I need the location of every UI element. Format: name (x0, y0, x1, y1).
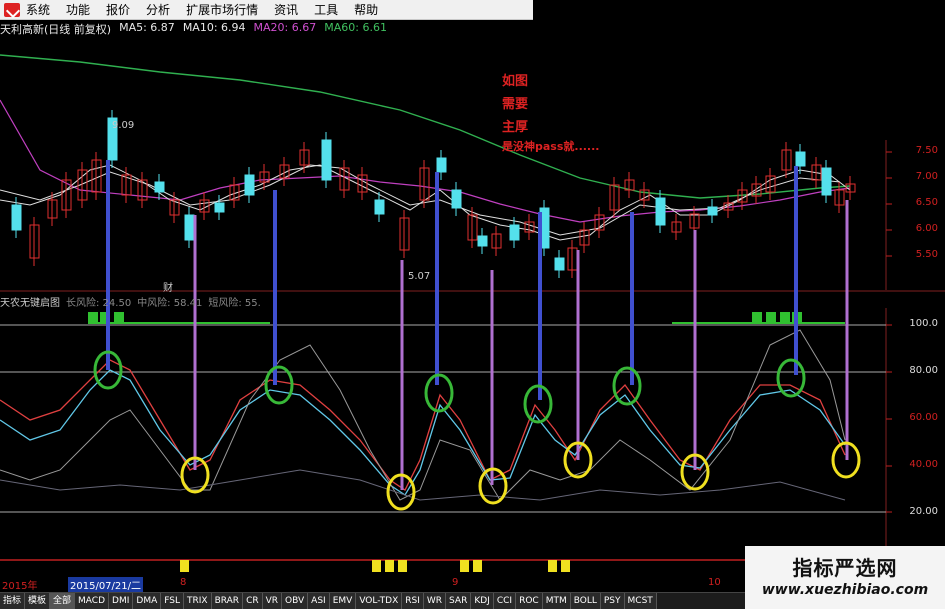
bottom-signal-block (548, 560, 557, 572)
candle-body (184, 214, 195, 241)
tab-cci[interactable]: CCI (493, 593, 517, 609)
tab-roc[interactable]: ROC (516, 593, 543, 609)
tab-mcst[interactable]: MCST (624, 593, 657, 609)
tab-rsi[interactable]: RSI (402, 593, 424, 609)
candle-body (321, 139, 332, 181)
top-signal-marker (766, 312, 776, 322)
candle-body (374, 199, 385, 215)
tab-macd[interactable]: MACD (75, 593, 110, 609)
tab-dma[interactable]: DMA (133, 593, 162, 609)
tab-vr[interactable]: VR (262, 593, 283, 609)
candle-body (214, 202, 225, 213)
date-cursor: 2015/07/21/二 (68, 577, 144, 592)
tab-指标[interactable]: 指标 (0, 593, 26, 609)
date-month: 9 (452, 577, 459, 588)
bottom-signal-block (460, 560, 469, 572)
tab-fsl[interactable]: FSL (161, 593, 184, 609)
price-axis-label: 7.50 (915, 145, 938, 156)
high-price-label: 9.09 (112, 120, 135, 131)
top-signal-marker (114, 312, 124, 322)
tab-模板[interactable]: 模板 (25, 593, 51, 609)
watermark-logo: 指标严选网 www.xuezhibiao.com (745, 546, 945, 609)
candle-body (795, 151, 806, 167)
indicator-name: 天农无键启图 (0, 298, 60, 309)
tab-dmi[interactable]: DMI (109, 593, 134, 609)
annotation-line-3: 主厚 (502, 120, 529, 135)
watermark-title: 指标严选网 (792, 556, 898, 580)
candle-body (821, 167, 832, 196)
price-axis-label: 7.00 (915, 171, 938, 182)
finance-marker: 财 (163, 283, 173, 294)
low-price-label: 5.07 (408, 271, 431, 282)
indicator-axis-label: 80.00 (909, 365, 938, 376)
candle-body (451, 189, 462, 209)
candle-body (509, 224, 520, 241)
annotation-line-1: 如图 (502, 74, 529, 89)
date-month: 8 (180, 577, 187, 588)
tab-wr[interactable]: WR (423, 593, 447, 609)
candle-body (707, 206, 718, 216)
tab-kdj[interactable]: KDJ (471, 593, 494, 609)
tab-brar[interactable]: BRAR (211, 593, 244, 609)
indicator-axis-label: 100.0 (909, 318, 938, 329)
bottom-signal-block (372, 560, 381, 572)
bottom-signal-block (473, 560, 482, 572)
price-axis-label: 6.00 (915, 223, 938, 234)
tab-trix[interactable]: TRIX (184, 593, 212, 609)
candle-body (554, 257, 565, 271)
mid-risk: 中风险: 58.41 (137, 298, 203, 309)
indicator-axis-label: 40.00 (909, 459, 938, 470)
candle-body (655, 197, 666, 226)
date-year: 2015年 (2, 581, 38, 592)
price-axis-label: 6.50 (915, 197, 938, 208)
indicator-title: 天农无键启图 长风险: 24.50 中风险: 58.41 短风险: 55. (0, 294, 261, 309)
tab-cr[interactable]: CR (243, 593, 263, 609)
candle-body (154, 181, 165, 193)
top-signal-marker (88, 312, 98, 322)
bottom-signal-block (385, 560, 394, 572)
bottom-signal-block (398, 560, 407, 572)
indicator-axis-label: 60.00 (909, 412, 938, 423)
indicator-axis-label: 20.00 (909, 506, 938, 517)
candle-body (244, 174, 255, 196)
annotation-line-4: 是没神pass就...... (502, 140, 600, 153)
osc-gray-line (0, 329, 846, 501)
annotation-line-2: 需要 (502, 97, 529, 112)
tab-asi[interactable]: ASI (308, 593, 330, 609)
candle-body (477, 235, 488, 247)
long-risk: 长风险: 24.50 (66, 298, 132, 309)
bottom-signal-block (561, 560, 570, 572)
tab-sar[interactable]: SAR (446, 593, 472, 609)
tab-mtm[interactable]: MTM (542, 593, 571, 609)
top-signal-marker (780, 312, 790, 322)
short-risk: 短风险: 55. (208, 298, 261, 309)
bottom-signal-block (180, 560, 189, 572)
osc-red-line (0, 359, 846, 491)
tab-obv[interactable]: OBV (282, 593, 309, 609)
watermark-url: www.xuezhibiao.com (761, 582, 929, 598)
candle-body (436, 157, 447, 173)
top-signal-marker (752, 312, 762, 322)
tab-全部[interactable]: 全部 (50, 593, 76, 609)
tab-vol-tdx[interactable]: VOL-TDX (356, 593, 403, 609)
tab-emv[interactable]: EMV (329, 593, 357, 609)
osc-cyan-line (0, 369, 846, 496)
price-axis-label: 5.50 (915, 249, 938, 260)
candle-body (11, 204, 22, 231)
date-month: 10 (708, 577, 721, 588)
tab-psy[interactable]: PSY (600, 593, 625, 609)
tab-boll[interactable]: BOLL (570, 593, 601, 609)
